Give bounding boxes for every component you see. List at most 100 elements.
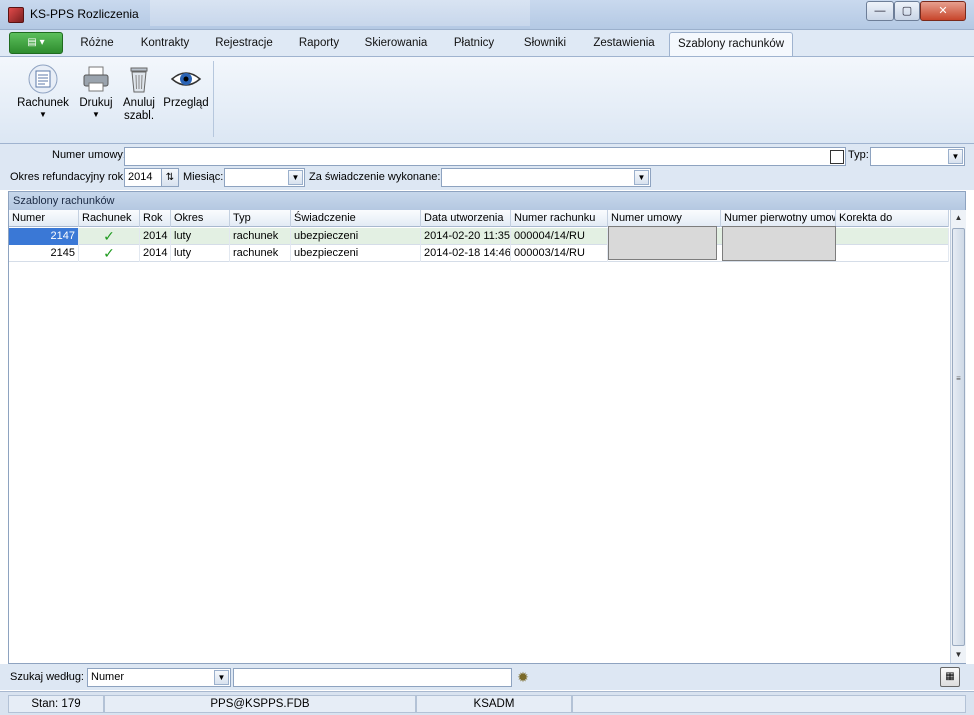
cell-swiadczenie[interactable]: ubezpieczeni: [291, 245, 421, 262]
cell-korekta-do[interactable]: [836, 228, 949, 245]
col-header-numer-pierwotny[interactable]: Numer pierwotny umow: [721, 210, 836, 227]
search-input[interactable]: [233, 668, 512, 687]
redacted-numer-pierwotny: [722, 226, 836, 261]
za-swiadczenie-label: Za świadczenie wykonane:: [309, 171, 441, 183]
minimize-button[interactable]: —: [866, 1, 894, 21]
printer-icon: [80, 63, 112, 95]
scroll-down-icon[interactable]: ▼: [951, 647, 966, 663]
status-stan: Stan: 179: [8, 695, 104, 713]
tab-szablony-rachunkow[interactable]: Szablony rachunków: [669, 32, 793, 56]
vertical-scrollbar[interactable]: ▲ ≡ ▼: [950, 210, 966, 663]
tab-kontrakty[interactable]: Kontrakty: [132, 32, 198, 56]
check-icon: ✓: [79, 228, 140, 245]
trash-icon: [123, 63, 155, 95]
filter-panel: Numer umowy: Typ: ▼ Okres refundacyjny r…: [0, 144, 974, 190]
document-icon: [27, 63, 59, 95]
background-window-ghost: [150, 0, 530, 26]
szukaj-label: Szukaj według:: [10, 671, 84, 683]
search-field-select[interactable]: Numer ▼: [87, 668, 231, 687]
check-icon: ✓: [79, 245, 140, 262]
okres-rok-input[interactable]: 2014: [124, 168, 162, 187]
col-header-rok[interactable]: Rok: [140, 210, 171, 227]
numer-umowy-lookup-button[interactable]: [830, 150, 844, 164]
cell-swiadczenie[interactable]: ubezpieczeni: [291, 228, 421, 245]
chevron-down-icon: ▼: [92, 110, 100, 119]
col-header-typ[interactable]: Typ: [230, 210, 291, 227]
cell-rok[interactable]: 2014: [140, 245, 171, 262]
cell-numer-rachunku[interactable]: 000004/14/RU: [511, 228, 608, 245]
gear-icon[interactable]: ✹: [515, 669, 531, 685]
status-user: KSADM: [416, 695, 572, 713]
cell-okres[interactable]: luty: [171, 245, 230, 262]
cell-data-utworzenia[interactable]: 2014-02-18 14:46: [421, 245, 511, 262]
cell-numer[interactable]: 2145: [9, 245, 79, 262]
okres-refundacyjny-label: Okres refundacyjny rok:: [10, 171, 127, 183]
grid-header: Numer Rachunek Rok Okres Typ Świadczenie…: [9, 210, 949, 227]
year-spinner-icon[interactable]: ⇅: [161, 168, 179, 187]
chevron-down-icon[interactable]: ▼: [948, 149, 963, 164]
ribbon-separator: [213, 61, 214, 137]
przeglad-button[interactable]: Przegląd: [162, 63, 210, 110]
cell-korekta-do[interactable]: [836, 245, 949, 262]
search-bar: Szukaj według: Numer ▼ ✹ ▦: [0, 664, 974, 690]
col-header-numer-umowy[interactable]: Numer umowy: [608, 210, 721, 227]
redacted-numer-umowy: [608, 226, 717, 260]
app-icon: [8, 7, 24, 23]
maximize-button[interactable]: ▢: [894, 1, 920, 21]
numer-umowy-label: Numer umowy:: [52, 149, 126, 161]
grid-caption: Szablony rachunków: [9, 192, 965, 210]
col-header-rachunek[interactable]: Rachunek: [79, 210, 140, 227]
col-header-numer-rachunku[interactable]: Numer rachunku: [511, 210, 608, 227]
col-header-data-utworzenia[interactable]: Data utworzenia: [421, 210, 511, 227]
tab-zestawienia[interactable]: Zestawienia: [586, 32, 662, 56]
col-header-korekta-do[interactable]: Korekta do: [836, 210, 949, 227]
col-header-okres[interactable]: Okres: [171, 210, 230, 227]
tab-platnicy[interactable]: Płatnicy: [444, 32, 504, 56]
window-title: KS-PPS Rozliczenia: [30, 7, 139, 21]
miesiac-select[interactable]: ▼: [224, 168, 305, 187]
search-field-value: Numer: [91, 671, 125, 683]
chevron-down-icon[interactable]: ▼: [214, 670, 229, 685]
typ-label: Typ:: [848, 149, 869, 161]
cell-numer[interactable]: 2147: [9, 228, 79, 245]
scroll-thumb[interactable]: ≡: [952, 228, 965, 646]
col-header-numer[interactable]: Numer: [9, 210, 79, 227]
tab-skierowania[interactable]: Skierowania: [358, 32, 434, 56]
typ-select[interactable]: ▼: [870, 147, 965, 166]
ribbon-tab-bar: ▤ ▾ Różne Kontrakty Rejestracje Raporty …: [0, 30, 974, 56]
title-bar: KS-PPS Rozliczenia — ▢ ✕: [0, 0, 974, 30]
chevron-down-icon[interactable]: ▼: [634, 170, 649, 185]
scroll-up-icon[interactable]: ▲: [951, 210, 966, 226]
close-button[interactable]: ✕: [920, 1, 966, 21]
numer-umowy-input[interactable]: [124, 147, 846, 166]
calculator-icon[interactable]: ▦: [940, 667, 960, 687]
cell-typ[interactable]: rachunek: [230, 228, 291, 245]
eye-icon: [170, 63, 202, 95]
chevron-down-icon[interactable]: ▼: [288, 170, 303, 185]
rachunek-label: Rachunek: [17, 97, 69, 109]
cell-numer-rachunku[interactable]: 000003/14/RU: [511, 245, 608, 262]
ribbon-panel: Rachunek ▼ Drukuj ▼ Anuluj szabl. Przegl…: [0, 56, 974, 144]
cell-data-utworzenia[interactable]: 2014-02-20 11:35: [421, 228, 511, 245]
status-database: PPS@KSPPS.FDB: [104, 695, 416, 713]
anuluj-szablon-button[interactable]: Anuluj szabl.: [120, 63, 158, 123]
cell-okres[interactable]: luty: [171, 228, 230, 245]
tab-rejestracje[interactable]: Rejestracje: [208, 32, 280, 56]
drukuj-button[interactable]: Drukuj ▼: [76, 63, 116, 120]
miesiac-label: Miesiąc:: [183, 171, 224, 183]
status-bar: Stan: 179 PPS@KSPPS.FDB KSADM: [0, 691, 974, 715]
tab-slowniki[interactable]: Słowniki: [514, 32, 576, 56]
rachunek-button[interactable]: Rachunek ▼: [14, 63, 72, 120]
cell-typ[interactable]: rachunek: [230, 245, 291, 262]
col-header-swiadczenie[interactable]: Świadczenie: [291, 210, 421, 227]
anuluj-label: Anuluj szabl.: [123, 97, 155, 122]
za-swiadczenie-select[interactable]: ▼: [441, 168, 651, 187]
tab-rozne[interactable]: Różne: [72, 32, 122, 56]
cell-rok[interactable]: 2014: [140, 228, 171, 245]
tab-raporty[interactable]: Raporty: [290, 32, 348, 56]
drukuj-label: Drukuj: [79, 97, 113, 109]
przeglad-label: Przegląd: [163, 97, 209, 109]
chevron-down-icon: ▼: [39, 110, 47, 119]
app-menu-button[interactable]: ▤ ▾: [9, 32, 63, 54]
szablony-grid: Szablony rachunków Numer Rachunek Rok Ok…: [8, 191, 966, 664]
